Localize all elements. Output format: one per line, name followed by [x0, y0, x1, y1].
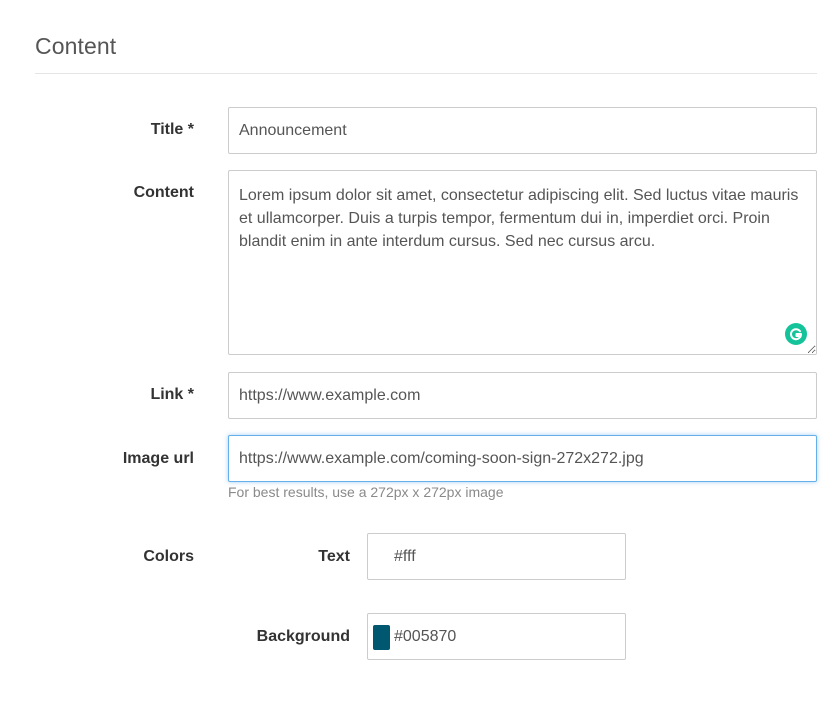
- background-color-input[interactable]: [394, 614, 614, 659]
- colors-label: Colors: [143, 548, 194, 565]
- content-form-page: Content Title * Content Lorem ipsum dolo…: [0, 0, 837, 703]
- text-color-input[interactable]: [394, 534, 614, 579]
- section-title: Content: [35, 33, 117, 59]
- image-url-input[interactable]: [228, 435, 817, 482]
- grammarly-icon[interactable]: [785, 323, 807, 345]
- image-url-label: Image url: [122, 450, 194, 467]
- link-input[interactable]: [228, 372, 817, 419]
- text-color-field[interactable]: [367, 533, 626, 580]
- grammarly-g-glyph: [790, 328, 803, 341]
- content-textarea[interactable]: Lorem ipsum dolor sit amet, consectetur …: [228, 170, 817, 355]
- text-color-label: Text: [318, 548, 350, 565]
- section-divider: [35, 73, 817, 74]
- link-label: Link *: [150, 386, 194, 403]
- title-label: Title *: [150, 121, 194, 138]
- background-color-label: Background: [256, 628, 350, 645]
- title-input[interactable]: [228, 107, 817, 154]
- background-color-field[interactable]: [367, 613, 626, 660]
- content-label: Content: [133, 184, 194, 201]
- background-color-swatch[interactable]: [373, 625, 390, 650]
- image-url-help-text: For best results, use a 272px x 272px im…: [228, 484, 504, 500]
